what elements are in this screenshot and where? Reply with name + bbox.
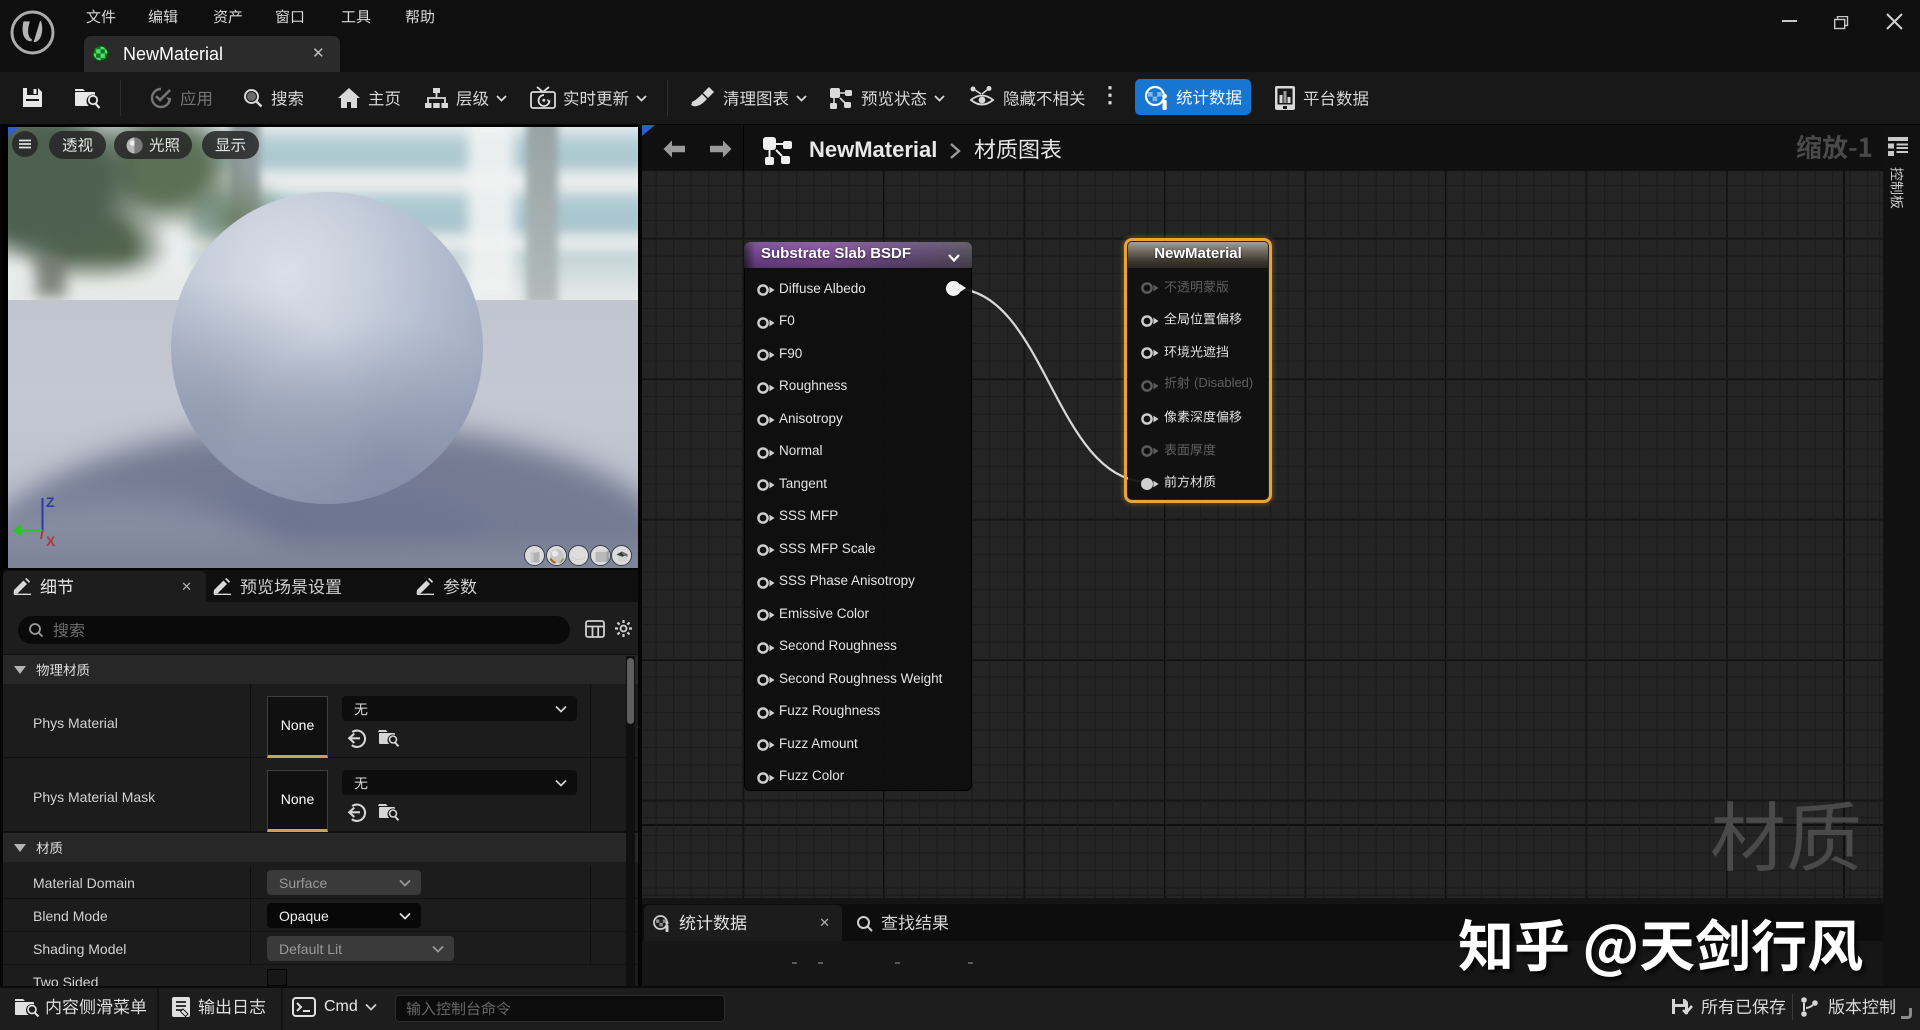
svg-text:X: X [46,533,56,549]
svg-text:Z: Z [46,494,55,510]
